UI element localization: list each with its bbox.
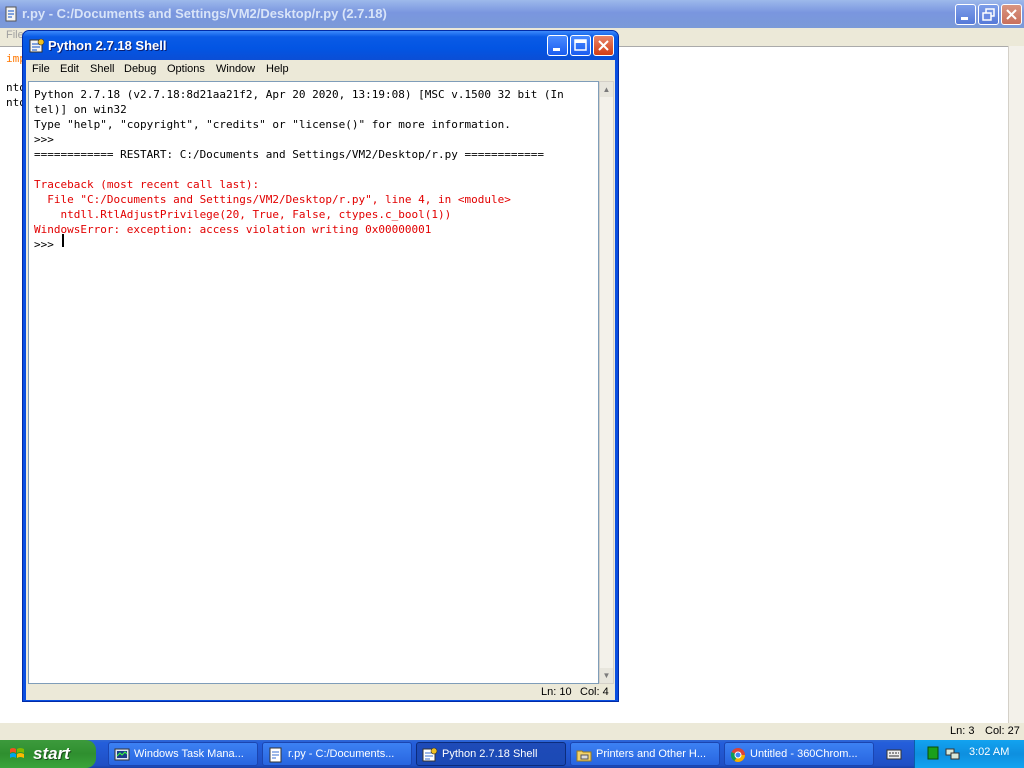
restore-icon xyxy=(982,8,995,21)
status-green-icon[interactable] xyxy=(927,746,941,762)
restore-button[interactable] xyxy=(978,4,999,25)
taskbar: start Windows Task Mana... r.py - C:/Doc… xyxy=(0,740,1024,768)
maximize-button[interactable] xyxy=(570,35,591,56)
windows-logo-icon xyxy=(10,748,24,758)
python-file-icon xyxy=(5,6,17,22)
task-manager-icon xyxy=(114,748,130,761)
close-icon xyxy=(598,40,609,51)
shell-output-area[interactable]: Python 2.7.18 (v2.7.18:8d21aa21f2, Apr 2… xyxy=(28,81,599,684)
taskbar-item-label: Printers and Other H... xyxy=(596,748,707,760)
shell-window[interactable]: Python 2.7.18 Shell File Edit Shell Debu… xyxy=(22,30,619,702)
shell-prompt: >>> xyxy=(34,238,61,251)
line-indicator: Ln: 10 xyxy=(541,686,572,698)
editor-statusbar: Ln: 3 Col: 27 xyxy=(0,723,1024,740)
column-indicator: Col: 4 xyxy=(580,686,609,698)
shell-menubar: File Edit Shell Debug Options Window Hel… xyxy=(26,60,615,80)
traceback-code-line: ntdll.RtlAdjustPrivilege(20, True, False… xyxy=(34,208,452,221)
scroll-up-arrow-icon[interactable]: ▲ xyxy=(600,82,613,97)
traceback-header: Traceback (most recent call last): xyxy=(34,178,260,191)
shell-title: Python 2.7.18 Shell xyxy=(48,38,167,53)
close-icon xyxy=(1006,9,1017,20)
clock[interactable]: 3:02 AM xyxy=(969,746,1009,758)
taskbar-item-shell[interactable]: Python 2.7.18 Shell xyxy=(416,742,566,766)
taskbar-item-task-manager[interactable]: Windows Task Mana... xyxy=(108,742,258,766)
shell-statusbar: Ln: 10 Col: 4 xyxy=(26,684,615,700)
editor-scrollbar[interactable] xyxy=(1008,46,1024,723)
scroll-down-arrow-icon[interactable]: ▼ xyxy=(600,668,613,683)
shell-line: Python 2.7.18 (v2.7.18:8d21aa21f2, Apr 2… xyxy=(34,88,564,101)
browser-icon xyxy=(730,748,745,762)
taskbar-item-printers[interactable]: Printers and Other H... xyxy=(570,742,720,766)
traceback-file-line: File "C:/Documents and Settings/VM2/Desk… xyxy=(34,193,511,206)
taskbar-item-label: Windows Task Mana... xyxy=(134,748,244,760)
taskbar-item-label: Untitled - 360Chrom... xyxy=(750,748,858,760)
menu-window[interactable]: Window xyxy=(216,63,255,75)
taskbar-item-editor[interactable]: r.py - C:/Documents... xyxy=(262,742,412,766)
text-cursor xyxy=(62,234,64,247)
start-label: start xyxy=(33,744,70,763)
close-button[interactable] xyxy=(1001,4,1022,25)
minimize-icon xyxy=(961,17,968,20)
menu-shell[interactable]: Shell xyxy=(90,63,114,75)
shell-line: Type "help", "copyright", "credits" or "… xyxy=(34,118,511,131)
python-shell-icon xyxy=(29,38,45,53)
network-icon[interactable] xyxy=(945,746,961,762)
shell-client-area: File Edit Shell Debug Options Window Hel… xyxy=(26,60,615,700)
editor-titlebar[interactable]: r.py - C:/Documents and Settings/VM2/Des… xyxy=(0,0,1024,28)
system-tray: 3:02 AM xyxy=(914,740,1024,768)
menu-debug[interactable]: Debug xyxy=(124,63,156,75)
minimize-icon xyxy=(553,48,560,51)
python-shell-icon xyxy=(422,747,438,762)
maximize-icon xyxy=(574,39,587,51)
printers-folder-icon xyxy=(576,750,592,762)
menu-edit[interactable]: Edit xyxy=(60,63,79,75)
line-indicator: Ln: 3 xyxy=(950,725,975,737)
column-indicator: Col: 27 xyxy=(985,725,1020,737)
editor-title: r.py - C:/Documents and Settings/VM2/Des… xyxy=(22,6,387,21)
close-button[interactable] xyxy=(593,35,614,56)
shell-line: tel)] on win32 xyxy=(34,103,127,116)
taskbar-item-label: Python 2.7.18 Shell xyxy=(442,748,538,760)
menu-options[interactable]: Options xyxy=(167,63,205,75)
minimize-button[interactable] xyxy=(955,4,976,25)
start-button[interactable]: start xyxy=(0,740,96,768)
taskbar-item-browser[interactable]: Untitled - 360Chrom... xyxy=(724,742,874,766)
menu-file[interactable]: File xyxy=(32,63,50,75)
taskbar-item-label: r.py - C:/Documents... xyxy=(288,748,395,760)
shell-scrollbar[interactable]: ▲ ▼ xyxy=(599,81,614,684)
shell-titlebar[interactable]: Python 2.7.18 Shell xyxy=(23,31,618,60)
error-message: WindowsError: exception: access violatio… xyxy=(34,223,432,236)
restart-banner: ============ RESTART: C:/Documents and S… xyxy=(34,148,544,161)
keyboard-icon[interactable] xyxy=(886,747,902,761)
menu-help[interactable]: Help xyxy=(266,63,289,75)
python-file-icon xyxy=(269,747,282,763)
shell-prompt: >>> xyxy=(34,133,61,146)
minimize-button[interactable] xyxy=(547,35,568,56)
